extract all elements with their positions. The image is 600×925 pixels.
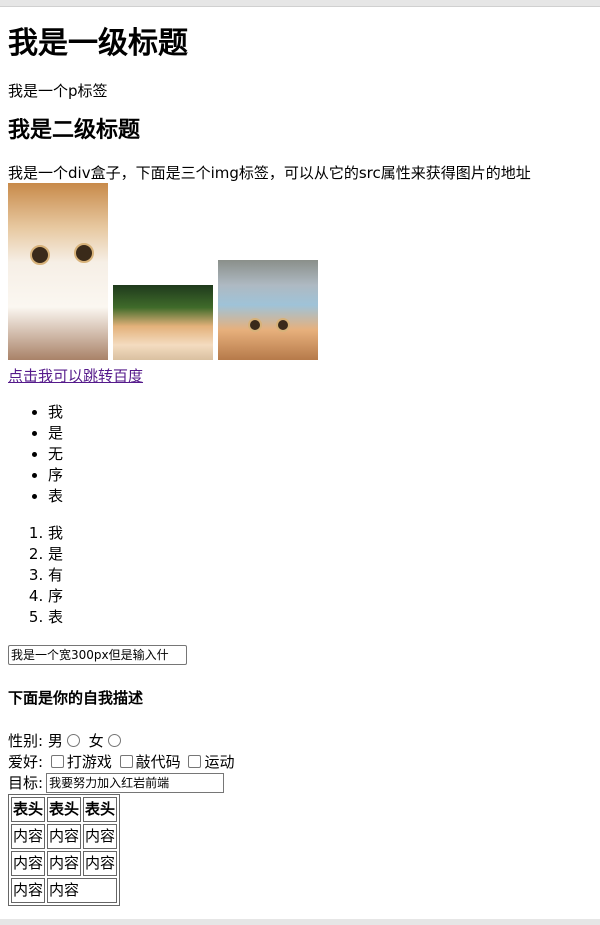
goal-input[interactable]: 我要努力加入红岩前端	[46, 773, 225, 793]
goal-label: 目标:	[8, 774, 44, 792]
div-box-text: 我是一个div盒子，下面是三个img标签，可以从它的src属性来获得图片的地址	[8, 164, 531, 182]
cat-image-3	[218, 260, 318, 360]
ordered-list: 我 是 有 序 表	[8, 523, 592, 628]
list-item: 序	[48, 586, 592, 607]
table-cell: 内容	[47, 878, 118, 903]
image-row	[8, 183, 592, 360]
gender-male-radio[interactable]	[66, 734, 80, 747]
table-header-cell: 表头	[83, 797, 118, 822]
table-row: 内容 内容 内容	[11, 824, 118, 849]
data-table: 表头 表头 表头 内容 内容 内容 内容 内容 内容 内容 内容	[8, 794, 121, 906]
list-item: 表	[48, 486, 592, 507]
hobby-coding-checkbox[interactable]	[119, 755, 133, 768]
list-item: 无	[48, 444, 592, 465]
list-item: 我	[48, 523, 592, 544]
list-item: 有	[48, 565, 592, 586]
hobby-row: 爱好: 打游戏 敲代码 运动	[8, 752, 592, 773]
table-cell: 内容	[83, 851, 118, 876]
list-item: 是	[48, 423, 592, 444]
gender-option-female-label: 女	[88, 732, 104, 750]
cat-image-2	[113, 285, 213, 360]
self-description-heading: 下面是你的自我描述	[8, 689, 144, 707]
text-input[interactable]: 我是一个宽300px但是输入什	[8, 645, 187, 665]
hobby-gaming-checkbox[interactable]	[50, 755, 64, 768]
cat-image-1	[8, 183, 108, 360]
baidu-link[interactable]: 点击我可以跳转百度	[8, 366, 592, 386]
gender-option-male-label: 男	[47, 732, 63, 750]
list-item: 表	[48, 607, 592, 628]
table-cell: 内容	[47, 824, 82, 849]
table-header-cell: 表头	[47, 797, 82, 822]
gender-label: 性别:	[8, 732, 44, 750]
list-item: 序	[48, 465, 592, 486]
list-item: 我	[48, 402, 592, 423]
heading-level-1: 我是一级标题	[8, 26, 188, 61]
table-cell: 内容	[11, 851, 46, 876]
table-row: 内容 内容 内容	[11, 851, 118, 876]
text-input-wrap: 我是一个宽300px但是输入什	[8, 645, 592, 667]
unordered-list: 我 是 无 序 表	[8, 402, 592, 507]
heading-level-2: 我是二级标题	[8, 118, 141, 143]
gender-female-radio[interactable]	[107, 734, 121, 747]
hobby-option-label: 运动	[204, 753, 235, 771]
page-content: 我是一级标题 我是一个p标签 我是二级标题 我是一个div盒子，下面是三个img…	[8, 6, 592, 906]
table-header-cell: 表头	[11, 797, 46, 822]
list-item: 是	[48, 544, 592, 565]
paragraph-text: 我是一个p标签	[8, 82, 108, 100]
table-row: 内容 内容	[11, 878, 118, 903]
table-cell: 内容	[11, 824, 46, 849]
gender-row: 性别: 男 女	[8, 731, 592, 752]
table-cell: 内容	[83, 824, 118, 849]
hobby-option-label: 敲代码	[135, 753, 181, 771]
goal-row: 目标: 我要努力加入红岩前端	[8, 773, 592, 794]
hobby-option-label: 打游戏	[66, 753, 112, 771]
table-cell: 内容	[11, 878, 46, 903]
hobby-label: 爱好:	[8, 753, 44, 771]
hobby-sports-checkbox[interactable]	[188, 755, 202, 768]
browser-bottom-edge	[0, 919, 600, 925]
table-cell: 内容	[47, 851, 82, 876]
table-header-row: 表头 表头 表头	[11, 797, 118, 822]
